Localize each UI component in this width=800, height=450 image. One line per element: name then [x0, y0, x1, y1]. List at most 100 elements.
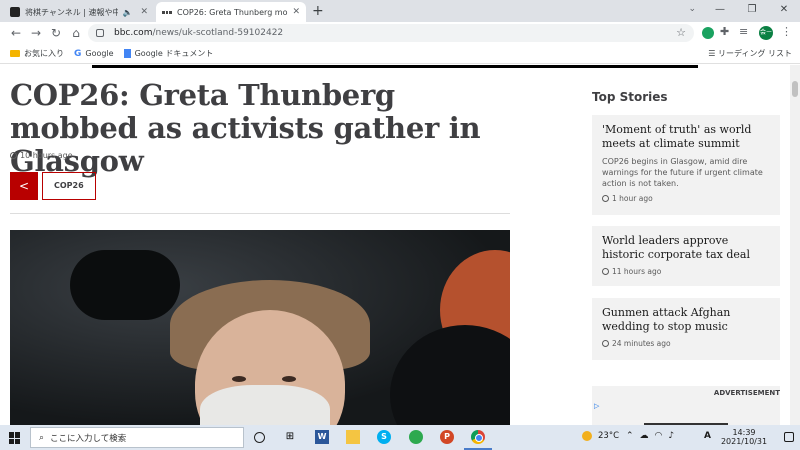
tab-title: 将棋チャンネル | 速報や中継を	[25, 7, 119, 17]
clock-date: 2021/10/31	[720, 437, 768, 446]
search-placeholder: ここに入力して検索	[50, 433, 127, 444]
share-icon: <	[18, 179, 30, 193]
new-tab-button[interactable]: +	[312, 3, 324, 19]
edge-icon[interactable]	[409, 430, 423, 444]
clock-time: 14:39	[732, 428, 756, 437]
taskbar-search-input[interactable]: ⌕ ここに入力して検索	[30, 427, 244, 448]
advertisement-slot[interactable]: ADVERTISEMENT ▷	[592, 386, 780, 425]
word-icon[interactable]: W	[315, 430, 329, 444]
bookmarks-bar: お気に入り G Google Google ドキュメント	[0, 44, 800, 64]
tab-search-icon[interactable]: ⌄	[688, 4, 696, 14]
audio-icon[interactable]: 🔈	[122, 8, 132, 17]
weather-widget[interactable]: 23°C	[582, 431, 619, 441]
lock-icon[interactable]	[96, 29, 104, 37]
bookmark-favorites[interactable]: お気に入り	[10, 48, 64, 59]
story-headline[interactable]: Gunmen attack Afghan wedding to stop mus…	[602, 306, 770, 334]
clock-icon	[602, 195, 609, 202]
windows-start-icon[interactable]	[9, 432, 21, 444]
bookmark-google[interactable]: G Google	[74, 49, 114, 59]
file-explorer-icon[interactable]	[346, 430, 360, 444]
extensions-puzzle-icon[interactable]: ✚	[720, 25, 729, 38]
grammarly-extension-icon[interactable]	[702, 27, 714, 39]
bookmark-google-docs[interactable]: Google ドキュメント	[123, 48, 214, 59]
forward-icon[interactable]: →	[26, 26, 46, 40]
timestamp-text: 24 minutes ago	[612, 339, 671, 348]
article-timestamp: 10 hours ago	[10, 151, 73, 160]
clock-icon	[602, 268, 609, 275]
reload-icon[interactable]: ↻	[46, 26, 66, 40]
close-tab-icon[interactable]: ✕	[140, 7, 148, 17]
story-headline[interactable]: World leaders approve historic corporate…	[602, 234, 770, 262]
bookmark-label: Google	[85, 49, 114, 58]
web-page: COP26: Greta Thunberg mobbed as activist…	[0, 65, 800, 425]
temperature-text: 23°C	[598, 431, 620, 441]
bookmark-star-icon[interactable]: ☆	[676, 26, 686, 39]
timestamp-text: 1 hour ago	[612, 194, 653, 203]
scrollbar-thumb[interactable]	[792, 81, 798, 97]
tab-shogi[interactable]: 将棋チャンネル | 速報や中継を 🔈 ✕	[4, 2, 154, 22]
search-icon: ⌕	[39, 432, 45, 443]
powerpoint-icon[interactable]: P	[440, 430, 454, 444]
task-view-icon[interactable]: ⊞	[283, 430, 297, 444]
article-headline: COP26: Greta Thunberg mobbed as activist…	[10, 78, 481, 178]
address-bar[interactable]: bbc.com /news/uk-scotland-59102422 ☆	[88, 24, 694, 42]
profile-avatar[interactable]: 会ー	[759, 26, 773, 40]
top-story-card[interactable]: 'Moment of truth' as world meets at clim…	[592, 115, 780, 215]
divider	[10, 213, 510, 214]
kebab-menu-icon[interactable]: ⋮	[781, 25, 792, 38]
chrome-icon[interactable]	[471, 430, 485, 444]
advertisement-label: ADVERTISEMENT	[713, 389, 780, 397]
url-path: /news/uk-scotland-59102422	[152, 28, 284, 38]
home-icon[interactable]: ⌂	[66, 26, 86, 40]
topic-tag-cop26[interactable]: COP26	[42, 172, 96, 200]
top-story-card[interactable]: Gunmen attack Afghan wedding to stop mus…	[592, 298, 780, 360]
ime-indicator[interactable]: A	[704, 431, 711, 441]
taskbar-clock[interactable]: 14:39 2021/10/31	[716, 428, 772, 446]
bbc-favicon-icon	[162, 7, 173, 17]
notification-icon[interactable]	[784, 432, 794, 442]
story-summary: COP26 begins in Glasgow, amid dire warni…	[602, 157, 763, 188]
tab-bbc[interactable]: COP26: Greta Thunberg mobbed ✕	[156, 2, 306, 22]
clock-icon	[602, 340, 609, 347]
close-window-button[interactable]: ✕	[768, 0, 800, 22]
share-button[interactable]: <	[10, 172, 38, 200]
docs-icon	[123, 49, 131, 58]
clock-icon	[10, 152, 17, 159]
maximize-button[interactable]: ❐	[736, 0, 768, 22]
close-tab-icon[interactable]: ✕	[292, 7, 300, 17]
adchoices-icon[interactable]: ▷	[594, 402, 599, 410]
browser-toolbar: ← → ↻ ⌂ bbc.com /news/uk-scotland-591024…	[0, 22, 800, 44]
volume-icon[interactable]: ♪	[668, 431, 674, 441]
tab-title: COP26: Greta Thunberg mobbed	[177, 7, 288, 17]
story-timestamp: 24 minutes ago	[602, 339, 770, 348]
page-scrollbar[interactable]	[790, 65, 800, 425]
onedrive-icon[interactable]: ☁	[640, 431, 649, 441]
show-hidden-icons-icon[interactable]: ⌃	[626, 431, 634, 441]
back-icon[interactable]: ←	[6, 26, 26, 40]
weather-sun-icon	[582, 431, 592, 441]
url-host: bbc.com	[114, 28, 153, 38]
media-list-icon[interactable]: ≡	[739, 25, 748, 38]
folder-icon	[10, 50, 20, 57]
skype-icon[interactable]: S	[377, 430, 391, 444]
reading-list-button[interactable]: リーディング リスト	[708, 48, 792, 59]
timestamp-text: 11 hours ago	[612, 267, 662, 276]
window-controls: — ❐ ✕	[704, 0, 800, 22]
article-photo	[10, 230, 510, 425]
windows-taskbar: ⌕ ここに入力して検索 ⊞ W S P 23°C ⌃ ☁ ◠ ♪ A 14:39…	[0, 425, 800, 450]
top-stories-title: Top Stories	[592, 90, 668, 104]
google-icon: G	[74, 48, 82, 59]
story-timestamp: 1 hour ago	[602, 194, 770, 203]
system-tray: ⌃ ☁ ◠ ♪	[626, 431, 674, 441]
bookmark-label: お気に入り	[24, 49, 64, 58]
top-story-card[interactable]: World leaders approve historic corporate…	[592, 226, 780, 286]
shogi-favicon-icon	[10, 7, 20, 17]
bbc-header-strip	[92, 65, 698, 68]
tab-strip: 将棋チャンネル | 速報や中継を 🔈 ✕ COP26: Greta Thunbe…	[0, 0, 800, 22]
story-timestamp: 11 hours ago	[602, 267, 770, 276]
story-headline[interactable]: 'Moment of truth' as world meets at clim…	[602, 123, 770, 151]
minimize-button[interactable]: —	[704, 0, 736, 22]
cortana-icon[interactable]	[254, 432, 265, 443]
bookmark-label: Google ドキュメント	[134, 49, 214, 58]
wifi-icon[interactable]: ◠	[655, 431, 663, 441]
